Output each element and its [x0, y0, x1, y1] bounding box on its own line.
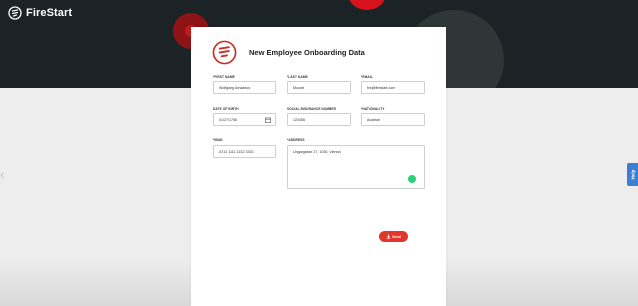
first-name-label: *FIRST NAME — [213, 75, 235, 79]
calendar-icon[interactable] — [265, 117, 271, 123]
onboarding-form: New Employee Onboarding Data *FIRST NAME… — [191, 27, 446, 306]
iban-label: *IBAN — [213, 138, 223, 142]
social-insurance-number-label: SOCIAL INSURANCE NUMBER — [287, 107, 336, 111]
send-button[interactable]: Send — [379, 231, 408, 242]
address-field[interactable]: Ungargasse 27, 1030, Vienna — [287, 145, 425, 189]
firestart-logo-icon — [8, 6, 22, 20]
date-of-birth-field[interactable]: 01/27/1756 — [213, 113, 276, 126]
first-name-field[interactable]: Wolfgang Amadeus — [213, 81, 276, 94]
email-field[interactable]: frw@firestart.com — [361, 81, 425, 94]
send-icon — [386, 234, 391, 239]
last-name-label: *LAST NAME — [287, 75, 308, 79]
help-button[interactable]: Help — [627, 163, 638, 186]
send-label: Send — [392, 234, 401, 239]
status-indicator — [408, 175, 416, 183]
email-label: *EMAIL — [361, 75, 373, 79]
address-label: *ADDRESS — [287, 138, 305, 142]
last-name-field[interactable]: Mozart — [287, 81, 351, 94]
page-title: New Employee Onboarding Data — [249, 48, 365, 57]
app-name: FireStart — [26, 7, 73, 19]
date-of-birth-value: 01/27/1756 — [219, 118, 237, 122]
help-label: Help — [629, 169, 635, 180]
nationality-field[interactable]: Austrian — [361, 113, 425, 126]
decorative-circle — [349, 0, 385, 10]
iban-field[interactable]: AT12 1111 2222 3333 — [213, 145, 276, 158]
form-header: New Employee Onboarding Data — [212, 40, 365, 65]
nationality-label: *NATIONALITY — [361, 107, 385, 111]
chevron-left-icon[interactable]: ‹ — [0, 166, 10, 182]
social-insurance-number-field[interactable]: 123456 — [287, 113, 351, 126]
firestart-logo-icon — [212, 40, 237, 65]
date-of-birth-label: DATE OF BIRTH — [213, 107, 239, 111]
app-logo: FireStart — [8, 6, 72, 20]
